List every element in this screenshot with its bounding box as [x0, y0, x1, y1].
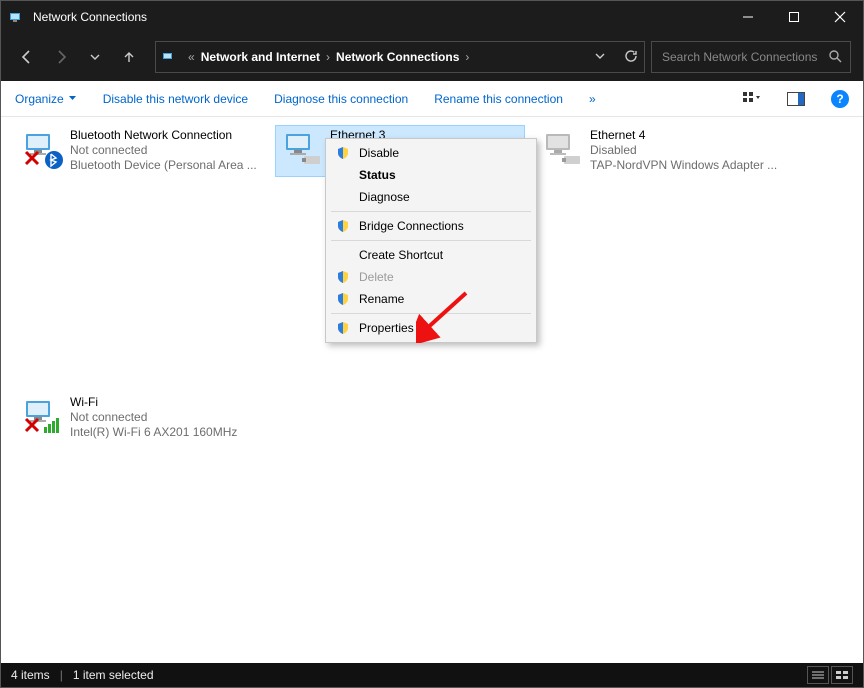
connection-status: Not connected: [70, 410, 237, 425]
connection-device: Intel(R) Wi-Fi 6 AX201 160MHz: [70, 425, 237, 440]
back-button[interactable]: [13, 43, 41, 71]
breadcrumb-prefix: «: [186, 50, 197, 64]
large-icons-view-button[interactable]: [831, 666, 853, 684]
connection-device: Bluetooth Device (Personal Area ...: [70, 158, 257, 173]
status-selected-count: 1 item selected: [73, 668, 154, 682]
search-input[interactable]: [660, 49, 820, 65]
disable-device-cmd[interactable]: Disable this network device: [103, 92, 248, 106]
up-button[interactable]: [115, 43, 143, 71]
forward-button[interactable]: [47, 43, 75, 71]
connection-name: Ethernet 4: [590, 128, 777, 143]
shield-icon: [335, 292, 351, 306]
diagnose-connection-cmd[interactable]: Diagnose this connection: [274, 92, 408, 106]
search-icon[interactable]: [828, 49, 842, 66]
command-toolbar: Organize Disable this network device Dia…: [1, 81, 863, 117]
menu-separator: [331, 240, 531, 241]
connection-status: Not connected: [70, 143, 257, 158]
preview-pane-button[interactable]: [787, 92, 805, 106]
ctx-properties[interactable]: Properties: [329, 317, 533, 339]
view-options-button[interactable]: [743, 92, 761, 106]
connection-device: TAP-NordVPN Windows Adapter ...: [590, 158, 777, 173]
shield-icon: [335, 146, 351, 160]
ctx-label: Disable: [359, 146, 399, 160]
address-dropdown-icon[interactable]: [594, 50, 606, 65]
location-icon: [162, 49, 178, 65]
navbar: « Network and Internet › Network Connect…: [1, 33, 863, 81]
minimize-button[interactable]: [725, 1, 771, 33]
help-button[interactable]: ?: [831, 90, 849, 108]
ctx-rename[interactable]: Rename: [329, 288, 533, 310]
shield-icon: [335, 321, 351, 335]
status-separator: |: [60, 668, 63, 682]
chevron-right-icon: ›: [463, 50, 471, 64]
address-bar[interactable]: « Network and Internet › Network Connect…: [155, 41, 645, 73]
close-button[interactable]: [817, 1, 863, 33]
overflow-menu[interactable]: »: [589, 92, 596, 106]
ctx-status[interactable]: Status: [329, 164, 533, 186]
ctx-disable[interactable]: Disable: [329, 142, 533, 164]
adapter-icon: [20, 395, 64, 439]
maximize-button[interactable]: [771, 1, 817, 33]
ctx-label: Bridge Connections: [359, 219, 464, 233]
adapter-icon: [20, 128, 64, 172]
app-icon: [9, 9, 25, 25]
connection-ethernet4[interactable]: Ethernet 4 Disabled TAP-NordVPN Windows …: [535, 125, 785, 177]
connection-wifi[interactable]: Wi-Fi Not connected Intel(R) Wi-Fi 6 AX2…: [15, 392, 265, 444]
status-item-count: 4 items: [11, 668, 50, 682]
ctx-label: Diagnose: [359, 190, 410, 204]
search-box[interactable]: [651, 41, 851, 73]
organize-menu[interactable]: Organize: [15, 92, 77, 106]
adapter-icon: [280, 128, 324, 172]
ctx-label: Rename: [359, 292, 404, 306]
ctx-bridge[interactable]: Bridge Connections: [329, 215, 533, 237]
menu-separator: [331, 211, 531, 212]
ctx-diagnose[interactable]: Diagnose: [329, 186, 533, 208]
connection-name: Wi-Fi: [70, 395, 237, 410]
adapter-icon: [540, 128, 584, 172]
recent-dropdown[interactable]: [81, 43, 109, 71]
menu-separator: [331, 313, 531, 314]
ctx-label: Create Shortcut: [359, 248, 443, 262]
ctx-create-shortcut[interactable]: Create Shortcut: [329, 244, 533, 266]
ctx-label: Delete: [359, 270, 394, 284]
connection-status: Disabled: [590, 143, 777, 158]
ctx-delete: Delete: [329, 266, 533, 288]
statusbar: 4 items | 1 item selected: [1, 663, 863, 687]
refresh-button[interactable]: [624, 49, 638, 66]
breadcrumb-network-internet[interactable]: Network and Internet: [201, 50, 320, 64]
shield-icon: [335, 270, 351, 284]
connection-bluetooth[interactable]: Bluetooth Network Connection Not connect…: [15, 125, 265, 177]
shield-icon: [335, 219, 351, 233]
chevron-right-icon: ›: [324, 50, 332, 64]
details-view-button[interactable]: [807, 666, 829, 684]
rename-connection-cmd[interactable]: Rename this connection: [434, 92, 563, 106]
connection-name: Bluetooth Network Connection: [70, 128, 257, 143]
context-menu: Disable Status Diagnose Bridge Connectio…: [325, 138, 537, 343]
titlebar: Network Connections: [1, 1, 863, 33]
window-title: Network Connections: [33, 10, 147, 24]
breadcrumb-network-connections[interactable]: Network Connections: [336, 50, 459, 64]
ctx-label: Status: [359, 168, 396, 182]
ctx-label: Properties: [359, 321, 414, 335]
